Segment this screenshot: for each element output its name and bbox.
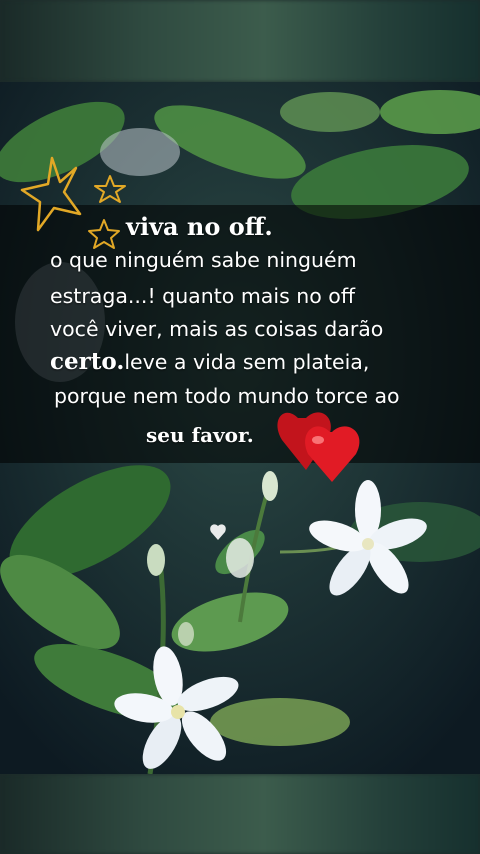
post-text-line-6: seu favor. [146,423,254,447]
post-text-line-3: você viver, mais as coisas darão [50,317,384,341]
post-text-line-2: estraga...! quanto mais no off [50,284,355,308]
post-title: viva no off. [126,212,273,241]
post-text-line-5: porque nem todo mundo torce ao [54,384,400,408]
post-text-line-4: certo.leve a vida sem plateia, [50,348,369,375]
post-text-line-1: o que ninguém sabe ninguém [50,248,357,272]
emphasis-word: certo. [50,348,125,375]
blurred-background-bottom [0,774,480,854]
blurred-background-top [0,0,480,82]
post-text-line-4-rest: leve a vida sem plateia, [124,350,370,374]
